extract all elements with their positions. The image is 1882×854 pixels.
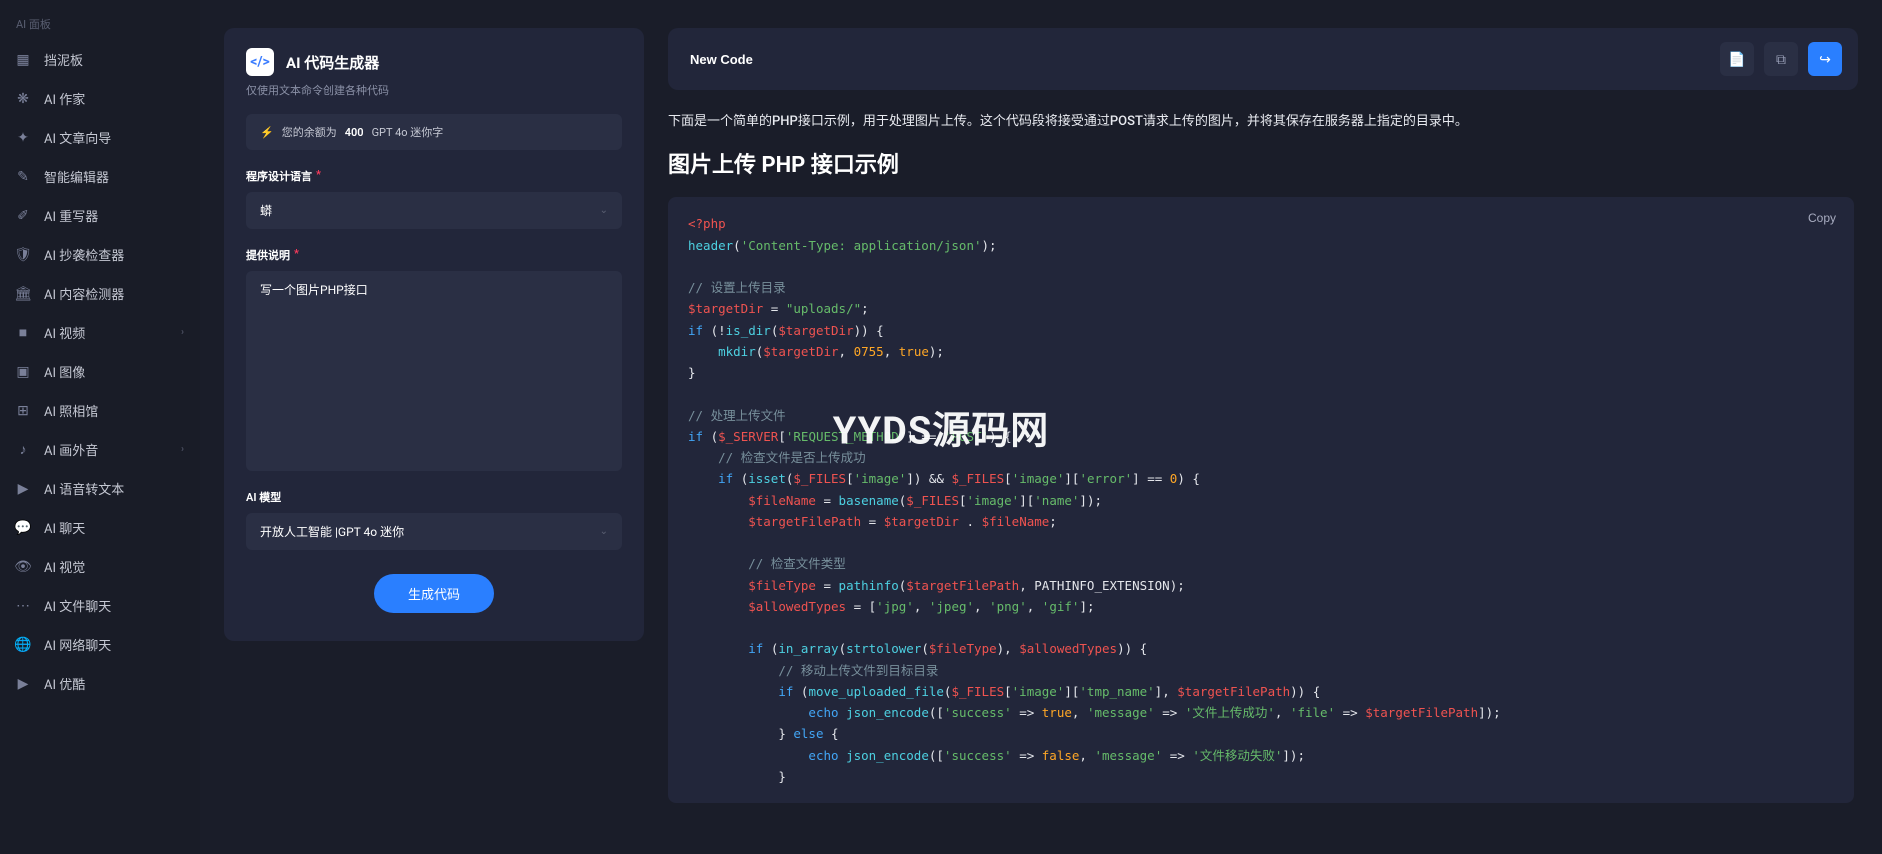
- sidebar-item-label: AI 语音转文本: [44, 479, 124, 498]
- sidebar-item[interactable]: 🏛 AI 内容检测器: [0, 274, 200, 313]
- sidebar-icon: ⋯: [14, 597, 32, 615]
- sidebar-icon: ▶: [14, 480, 32, 498]
- sidebar-item-label: AI 内容检测器: [44, 284, 124, 303]
- document-button[interactable]: 📄: [1720, 42, 1754, 76]
- sidebar-item-label: 智能编辑器: [44, 167, 109, 186]
- main-area: </> AI 代码生成器 仅使用文本命令创建各种代码 ⚡ 您的余额为 400 G…: [200, 0, 1882, 854]
- sidebar-icon: 👁: [14, 558, 32, 576]
- chevron-down-icon: ⌄: [600, 205, 608, 216]
- copy-code-button[interactable]: Copy: [1808, 211, 1836, 225]
- sidebar-item-label: AI 视频: [44, 323, 85, 342]
- sidebar-item[interactable]: ▶ AI 优酷: [0, 664, 200, 703]
- code-block: Copy <?php header('Content-Type: applica…: [668, 197, 1854, 803]
- sidebar-icon: ▣: [14, 363, 32, 381]
- copy-button[interactable]: ⧉: [1764, 42, 1798, 76]
- description-label: 提供说明*: [246, 247, 622, 263]
- sidebar-item[interactable]: ♪ AI 画外音 ›: [0, 430, 200, 469]
- sidebar-icon: 🏛: [14, 285, 32, 303]
- balance-indicator: ⚡ 您的余额为 400 GPT 4o 迷你字: [246, 114, 622, 150]
- sidebar: AI 面板 ▦ 挡泥板 ❋ AI 作家 ✦ AI 文章向导 ✎ 智能编辑器 ✐ AI 重写器 🛡 AI…: [0, 0, 200, 854]
- sidebar-item-label: AI 作家: [44, 89, 85, 108]
- output-panel: 📄 ⧉ ↪ 下面是一个简单的PHP接口示例，用于处理图片上传。这个代码段将接受通…: [668, 28, 1858, 826]
- sidebar-icon: ✦: [14, 129, 32, 147]
- sidebar-item-label: AI 文件聊天: [44, 596, 111, 615]
- sidebar-icon: ▶: [14, 675, 32, 693]
- chevron-right-icon: ›: [181, 327, 184, 338]
- panel-title: AI 代码生成器: [286, 52, 379, 73]
- sidebar-item[interactable]: 💬 AI 聊天: [0, 508, 200, 547]
- sidebar-item[interactable]: ⊞ AI 照相馆: [0, 391, 200, 430]
- chevron-down-icon: ⌄: [600, 526, 608, 537]
- output-description: 下面是一个简单的PHP接口示例，用于处理图片上传。这个代码段将接受通过POST请…: [668, 110, 1854, 133]
- sidebar-item[interactable]: ✎ 智能编辑器: [0, 157, 200, 196]
- sidebar-item-label: AI 图像: [44, 362, 85, 381]
- sidebar-item[interactable]: 🛡 AI 抄袭检查器: [0, 235, 200, 274]
- panel-subtitle: 仅使用文本命令创建各种代码: [246, 82, 622, 98]
- sidebar-item[interactable]: ▶ AI 语音转文本: [0, 469, 200, 508]
- sidebar-item[interactable]: ▦ 挡泥板: [0, 40, 200, 79]
- sidebar-icon: ✎: [14, 168, 32, 186]
- sidebar-item-label: AI 抄袭检查器: [44, 245, 124, 264]
- sidebar-icon: ⊞: [14, 402, 32, 420]
- sidebar-item-label: AI 画外音: [44, 440, 98, 459]
- generate-button[interactable]: 生成代码: [374, 574, 494, 613]
- description-input[interactable]: [246, 271, 622, 471]
- sidebar-icon: 💬: [14, 519, 32, 537]
- sidebar-item-label: AI 视觉: [44, 557, 85, 576]
- sidebar-item-label: 挡泥板: [44, 50, 83, 69]
- sidebar-item[interactable]: ❋ AI 作家: [0, 79, 200, 118]
- sidebar-icon: ♪: [14, 441, 32, 459]
- sidebar-icon: ❋: [14, 90, 32, 108]
- code-generator-panel: </> AI 代码生成器 仅使用文本命令创建各种代码 ⚡ 您的余额为 400 G…: [224, 28, 644, 641]
- sidebar-icon: ✐: [14, 207, 32, 225]
- language-select[interactable]: 蟒 ⌄: [246, 192, 622, 229]
- sidebar-item[interactable]: 🌐 AI 网络聊天: [0, 625, 200, 664]
- sidebar-icon: ■: [14, 324, 32, 342]
- sidebar-icon: 🛡: [14, 246, 32, 264]
- sidebar-item-label: AI 优酷: [44, 674, 85, 693]
- sidebar-item-label: AI 网络聊天: [44, 635, 111, 654]
- sidebar-item[interactable]: ▣ AI 图像: [0, 352, 200, 391]
- code-content: <?php header('Content-Type: application/…: [688, 213, 1834, 787]
- sidebar-item-label: AI 重写器: [44, 206, 98, 225]
- output-toolbar: 📄 ⧉ ↪: [668, 28, 1858, 90]
- sidebar-item[interactable]: ⋯ AI 文件聊天: [0, 586, 200, 625]
- code-name-input[interactable]: [684, 48, 1710, 71]
- sidebar-item-label: AI 文章向导: [44, 128, 111, 147]
- sidebar-item[interactable]: ■ AI 视频 ›: [0, 313, 200, 352]
- output-heading: 图片上传 PHP 接口示例: [668, 147, 1854, 179]
- sidebar-icon: 🌐: [14, 636, 32, 654]
- model-label: AI 模型: [246, 489, 622, 505]
- sidebar-header: AI 面板: [0, 16, 200, 40]
- model-select[interactable]: 开放人工智能 |GPT 4o 迷你 ⌄: [246, 513, 622, 550]
- export-button[interactable]: ↪: [1808, 42, 1842, 76]
- sidebar-item[interactable]: 👁 AI 视觉: [0, 547, 200, 586]
- sidebar-item[interactable]: ✐ AI 重写器: [0, 196, 200, 235]
- sidebar-item-label: AI 聊天: [44, 518, 85, 537]
- sidebar-icon: ▦: [14, 51, 32, 69]
- code-icon: </>: [246, 48, 274, 76]
- language-label: 程序设计语言*: [246, 168, 622, 184]
- bolt-icon: ⚡: [260, 126, 274, 139]
- chevron-right-icon: ›: [181, 444, 184, 455]
- document-icon: 📄: [1728, 51, 1745, 68]
- sidebar-item-label: AI 照相馆: [44, 401, 98, 420]
- sidebar-item[interactable]: ✦ AI 文章向导: [0, 118, 200, 157]
- export-icon: ↪: [1819, 51, 1831, 68]
- copy-icon: ⧉: [1776, 51, 1786, 68]
